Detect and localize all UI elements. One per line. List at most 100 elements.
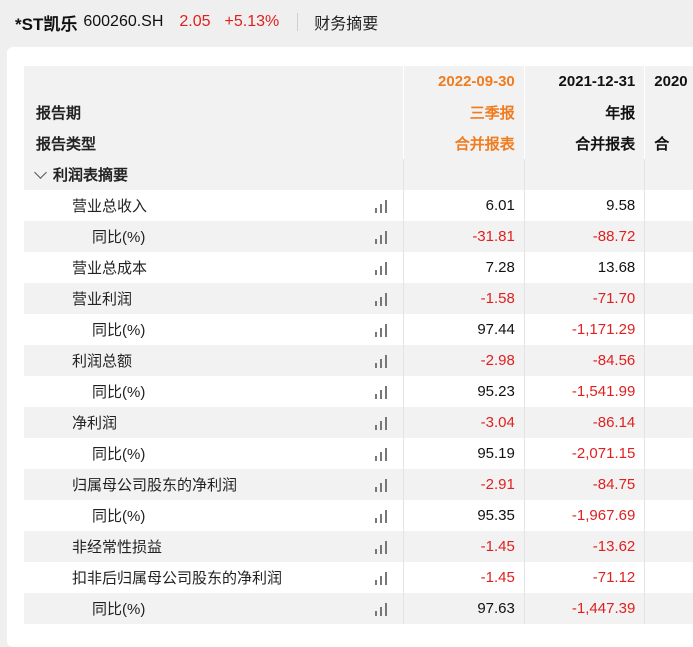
financial-summary-table: 2022-09-30 2021-12-31 2020 报告期 三季报 年报 报告…: [24, 66, 693, 624]
cell-value-col1: -1.58: [403, 283, 523, 314]
table-row[interactable]: 同比(%) 95.19 -2,071.15: [24, 438, 693, 469]
table-row[interactable]: 净利润 -3.04 -86.14: [24, 407, 693, 438]
bar-chart-icon[interactable]: [375, 478, 391, 492]
bar-chart-icon[interactable]: [375, 571, 391, 585]
row-label: 同比(%): [92, 384, 146, 401]
row-label: 营业利润: [72, 291, 133, 308]
column-type-2: 合并报表: [523, 128, 644, 159]
cell-value-col2: -2,071.15: [523, 438, 644, 469]
cell-value-col3: [644, 376, 693, 407]
chevron-down-icon[interactable]: [34, 165, 47, 179]
cell-value-col2: 9.58: [523, 190, 644, 221]
column-period-3: [644, 97, 693, 128]
cell-value-col2: 13.68: [523, 252, 644, 283]
bar-chart-icon[interactable]: [375, 354, 391, 368]
cell-value-col3: [644, 190, 693, 221]
group-label: 利润表摘要: [53, 167, 129, 184]
bar-chart-icon[interactable]: [375, 509, 391, 523]
divider: [297, 13, 299, 31]
cell-value-col3: [644, 562, 693, 593]
bar-chart-icon[interactable]: [375, 199, 391, 213]
bar-chart-icon[interactable]: [375, 540, 391, 554]
table-row[interactable]: 营业总成本 7.28 13.68: [24, 252, 693, 283]
group-row-income-statement[interactable]: 利润表摘要: [24, 159, 693, 190]
stock-header: *ST凯乐 600260.SH 2.05 +5.13% 财务摘要: [0, 0, 693, 44]
bar-chart-icon[interactable]: [375, 292, 391, 306]
cell-value-col2: -1,967.69: [523, 500, 644, 531]
column-date-1[interactable]: 2022-09-30: [403, 66, 524, 97]
cell-value-col3: [644, 593, 693, 624]
stock-name: *ST凯乐: [15, 14, 78, 34]
bar-chart-icon[interactable]: [375, 230, 391, 244]
cell-value-col3: [644, 345, 693, 376]
column-date-3[interactable]: 2020: [644, 66, 693, 97]
row-label: 同比(%): [92, 508, 146, 525]
row-label: 非经常性损益: [72, 539, 163, 556]
column-date-2[interactable]: 2021-12-31: [523, 66, 645, 97]
table-row[interactable]: 营业总收入 6.01 9.58: [24, 190, 693, 221]
bar-chart-icon[interactable]: [375, 385, 391, 399]
column-type-1: 合并报表: [403, 128, 523, 159]
cell-value-col1: 6.01: [403, 190, 523, 221]
table-row[interactable]: 同比(%) 95.35 -1,967.69: [24, 500, 693, 531]
bar-chart-icon[interactable]: [375, 261, 391, 275]
table-row[interactable]: 非经常性损益 -1.45 -13.62: [24, 531, 693, 562]
cell-value-col3: [644, 500, 693, 531]
bar-chart-icon[interactable]: [375, 323, 391, 337]
cell-value-col1: -31.81: [403, 221, 523, 252]
table-row[interactable]: 同比(%) 95.23 -1,541.99: [24, 376, 693, 407]
cell-value-col3: [644, 221, 693, 252]
row-label: 归属母公司股东的净利润: [72, 477, 238, 494]
cell-value-col1: -1.45: [403, 562, 523, 593]
column-type-3: 合: [644, 128, 693, 159]
header-period-row: 报告期 三季报 年报: [24, 97, 693, 128]
cell-value-col1: -2.91: [403, 469, 523, 500]
cell-value-col3: [644, 252, 693, 283]
bar-chart-icon[interactable]: [375, 416, 391, 430]
column-period-2: 年报: [523, 97, 644, 128]
bar-chart-icon[interactable]: [375, 447, 391, 461]
cell-value-col2: -88.72: [523, 221, 644, 252]
row-label: 同比(%): [92, 446, 146, 463]
table-row[interactable]: 同比(%) 97.63 -1,447.39: [24, 593, 693, 624]
cell-value-col1: 7.28: [403, 252, 523, 283]
table-row[interactable]: 扣非后归属母公司股东的净利润 -1.45 -71.12: [24, 562, 693, 593]
cell-value-col2: -71.70: [523, 283, 644, 314]
row-label: 同比(%): [92, 322, 146, 339]
report-period-label: 报告期: [36, 105, 82, 122]
row-label: 同比(%): [92, 229, 146, 246]
row-label: 净利润: [72, 415, 118, 432]
cell-value-col1: 95.19: [403, 438, 523, 469]
header-type-row: 报告类型 合并报表 合并报表 合: [24, 128, 693, 159]
bar-chart-icon[interactable]: [375, 602, 391, 616]
cell-value-col1: -3.04: [403, 407, 523, 438]
cell-value-col1: -1.45: [403, 531, 523, 562]
cell-value-col2: -1,541.99: [523, 376, 644, 407]
report-type-label: 报告类型: [36, 136, 97, 153]
table-row[interactable]: 利润总额 -2.98 -84.56: [24, 345, 693, 376]
cell-value-col2: -1,447.39: [523, 593, 644, 624]
cell-value-col2: -84.56: [523, 345, 644, 376]
cell-value-col1: 95.35: [403, 500, 523, 531]
row-label: 同比(%): [92, 601, 146, 618]
table-row[interactable]: 归属母公司股东的净利润 -2.91 -84.75: [24, 469, 693, 500]
cell-value-col2: -86.14: [523, 407, 644, 438]
column-period-1: 三季报: [403, 97, 523, 128]
cell-value-col1: -2.98: [403, 345, 523, 376]
cell-value-col3: [644, 283, 693, 314]
row-label: 利润总额: [72, 353, 133, 370]
cell-value-col2: -13.62: [523, 531, 644, 562]
cell-value-col3: [644, 531, 693, 562]
price-change: +5.13%: [224, 13, 280, 30]
cell-value-col1: 97.44: [403, 314, 523, 345]
table-row[interactable]: 同比(%) -31.81 -88.72: [24, 221, 693, 252]
cell-value-col1: 97.63: [403, 593, 523, 624]
cell-value-col3: [644, 407, 693, 438]
cell-value-col2: -71.12: [523, 562, 644, 593]
cell-value-col3: [644, 469, 693, 500]
cell-value-col2: -84.75: [523, 469, 644, 500]
cell-value-col3: [644, 438, 693, 469]
table-row[interactable]: 营业利润 -1.58 -71.70: [24, 283, 693, 314]
row-label: 扣非后归属母公司股东的净利润: [72, 570, 283, 587]
table-row[interactable]: 同比(%) 97.44 -1,171.29: [24, 314, 693, 345]
